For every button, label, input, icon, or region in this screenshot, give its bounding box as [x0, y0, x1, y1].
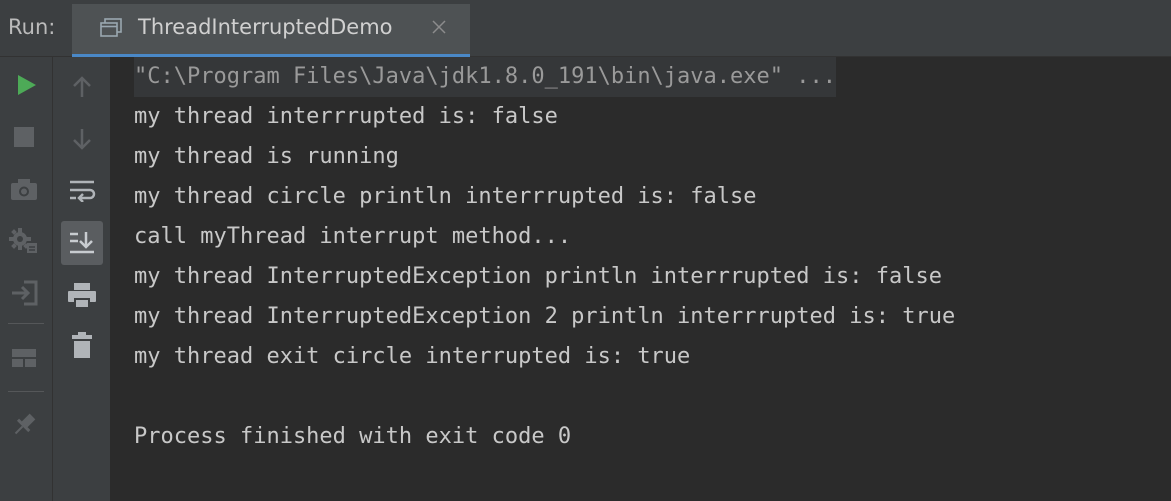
- console-exit-line: Process finished with exit code 0: [134, 424, 572, 449]
- console-line: my thread InterruptedException println i…: [134, 264, 942, 289]
- console-line: my thread is running: [134, 144, 399, 169]
- toolbar-separator: [8, 323, 44, 324]
- close-icon[interactable]: [431, 19, 447, 35]
- down-stack-button[interactable]: [62, 119, 102, 159]
- tab-thread-interrupted-demo[interactable]: ThreadInterruptedDemo: [72, 4, 470, 57]
- dump-threads-button[interactable]: [4, 169, 44, 209]
- console-command-line: "C:\Program Files\Java\jdk1.8.0_191\bin\…: [134, 57, 836, 97]
- toolbar-separator: [8, 391, 44, 392]
- run-toolbar-secondary: [53, 57, 111, 501]
- settings-button[interactable]: [4, 221, 44, 261]
- rerun-button[interactable]: [6, 65, 46, 105]
- tab-title: ThreadInterruptedDemo: [138, 15, 393, 39]
- camera-icon: [11, 179, 37, 200]
- stop-icon: [14, 127, 34, 147]
- run-toolbar-primary: [0, 57, 53, 501]
- clear-all-button[interactable]: [62, 325, 102, 365]
- soft-wrap-button[interactable]: [62, 170, 102, 210]
- console-line: my thread exit circle interrupted is: tr…: [134, 344, 691, 369]
- run-header: Run: ThreadInterruptedDemo: [0, 0, 1171, 57]
- up-stack-button[interactable]: [62, 67, 102, 107]
- arrow-up-icon: [73, 76, 91, 97]
- print-icon: [68, 283, 96, 307]
- pin-icon: [14, 413, 36, 435]
- run-label: Run:: [8, 15, 56, 39]
- console-line: my thread interrrupted is: false: [134, 104, 558, 129]
- layout-button[interactable]: [4, 338, 44, 378]
- play-icon: [18, 75, 36, 95]
- console-line: my thread circle println interrrupted is…: [134, 184, 757, 209]
- soft-wrap-icon: [70, 180, 96, 202]
- exit-button[interactable]: [4, 273, 44, 313]
- console-window-icon: [100, 18, 122, 38]
- console-line: my thread InterruptedException 2 println…: [134, 304, 956, 329]
- run-tool-window: Run: ThreadInterruptedDemo "C:\Program F…: [0, 0, 1171, 501]
- exit-icon: [12, 280, 38, 306]
- pin-tab-button[interactable]: [4, 405, 44, 445]
- scroll-to-end-button[interactable]: [61, 221, 103, 265]
- stop-button[interactable]: [4, 117, 44, 157]
- console-output[interactable]: "C:\Program Files\Java\jdk1.8.0_191\bin\…: [112, 57, 1171, 501]
- gear-bug-icon: [9, 228, 37, 253]
- arrow-down-icon: [73, 129, 91, 150]
- trash-icon: [72, 332, 92, 358]
- layout-icon: [12, 349, 36, 367]
- console-line: call myThread interrupt method...: [134, 224, 572, 249]
- print-button[interactable]: [62, 275, 102, 315]
- scroll-to-end-icon: [70, 232, 94, 254]
